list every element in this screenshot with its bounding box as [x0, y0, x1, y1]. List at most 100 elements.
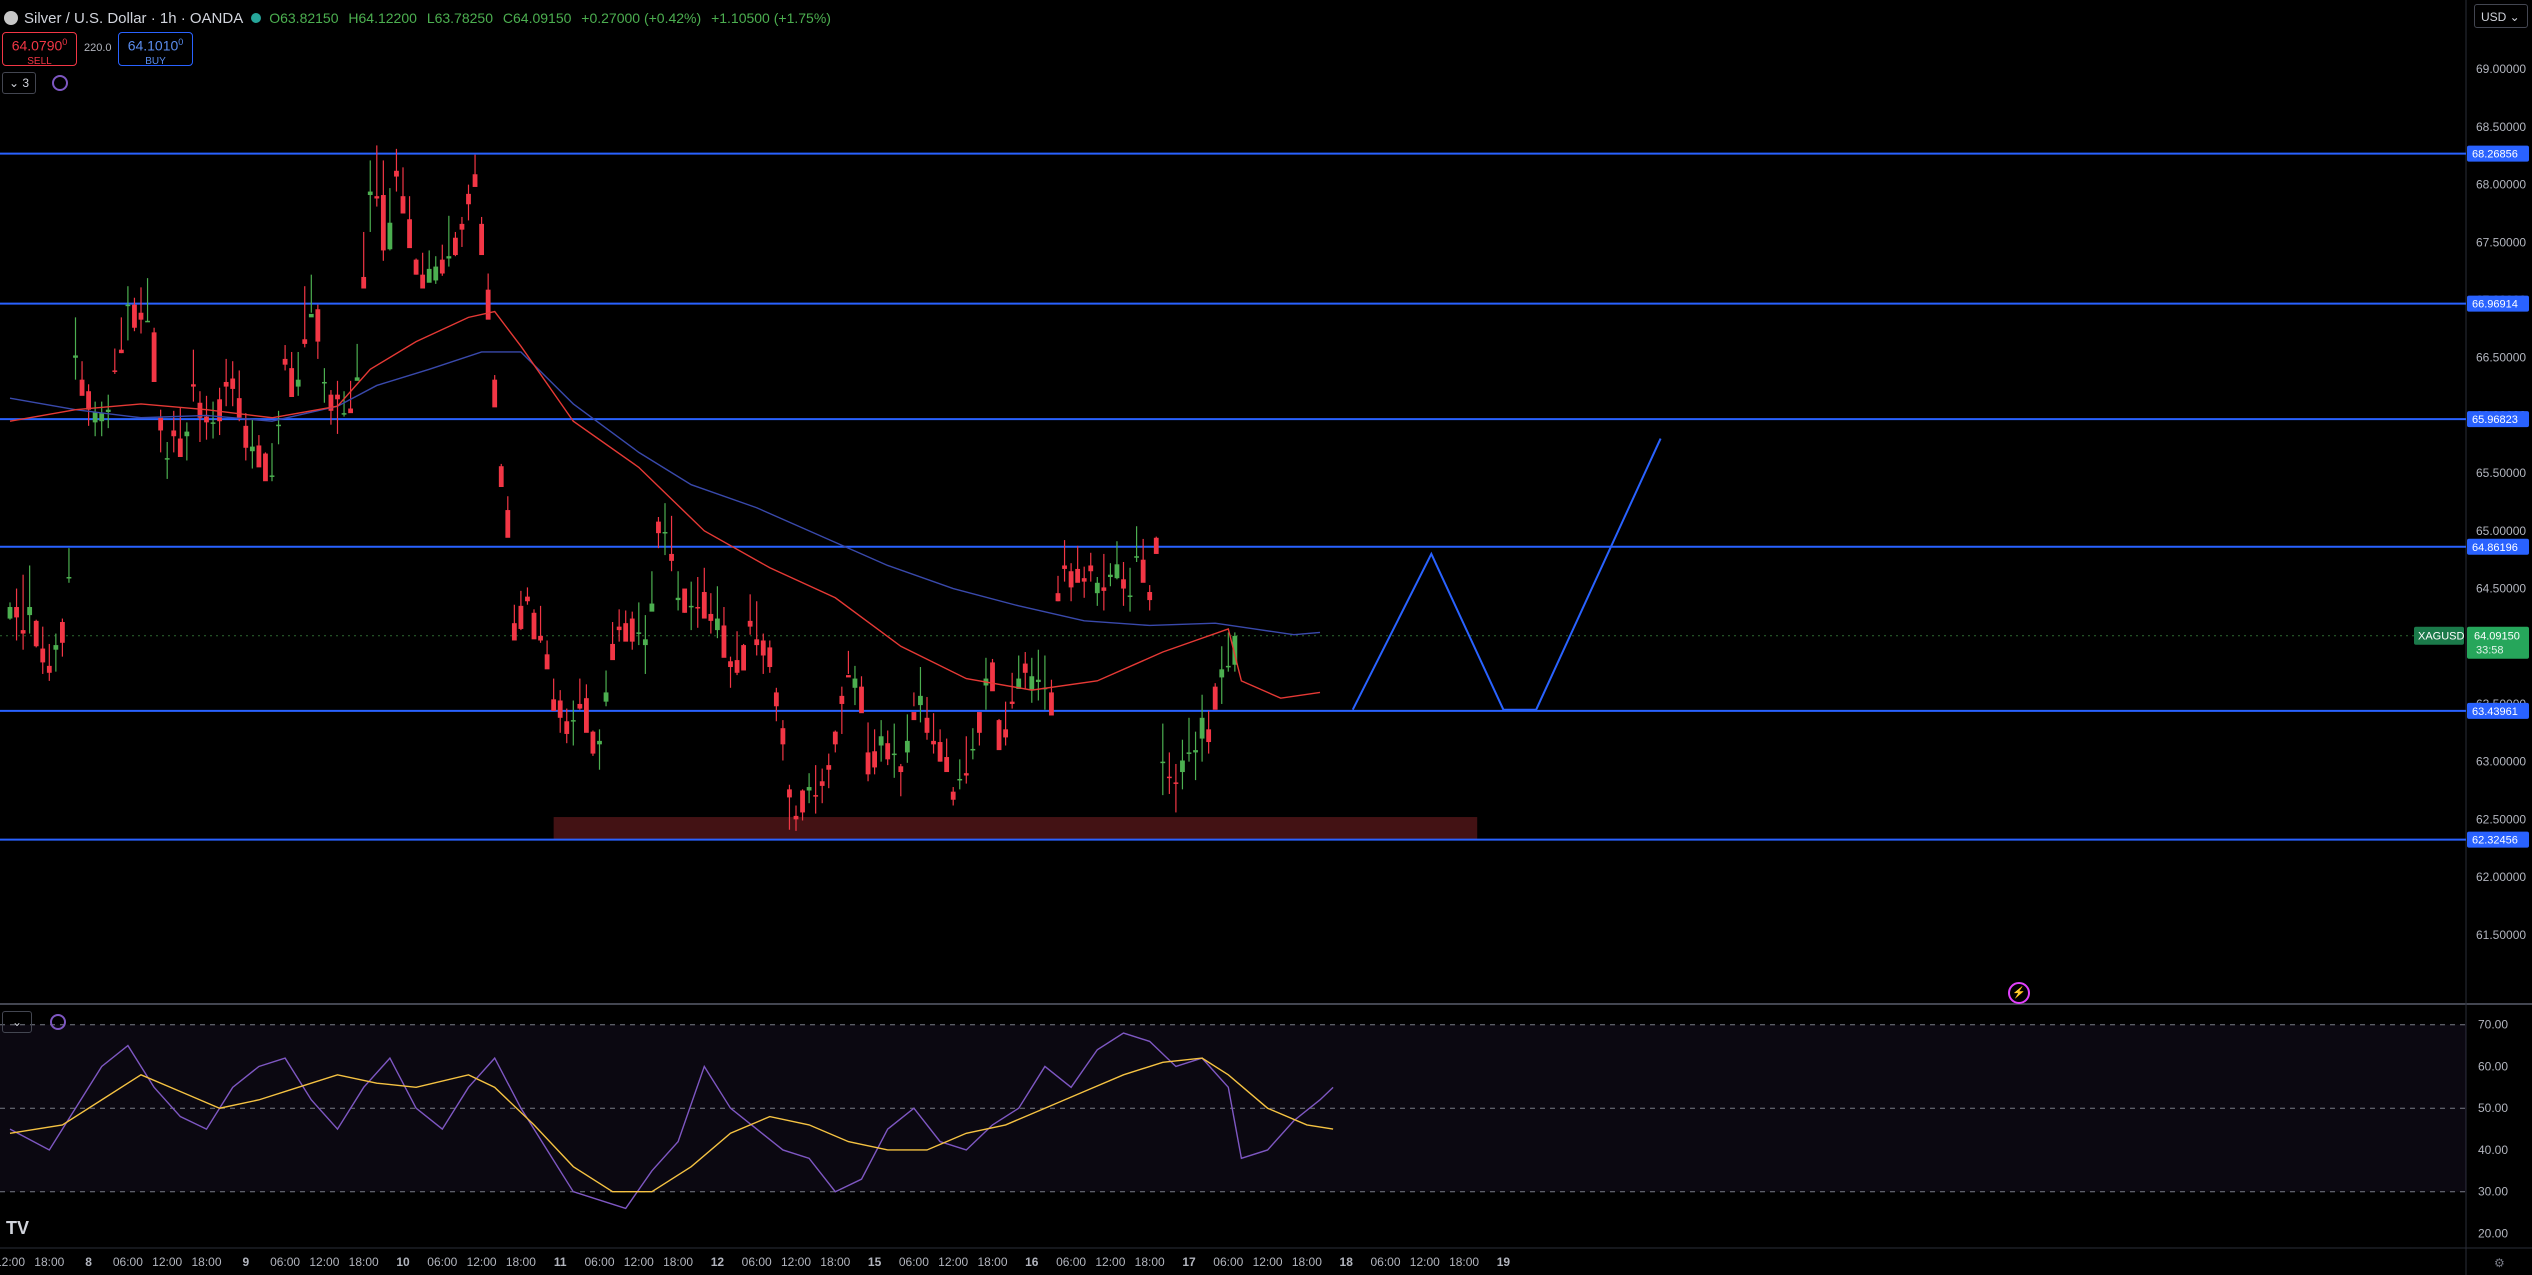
spread-value: 220.0	[84, 42, 112, 54]
sell-label: SELL	[27, 55, 52, 67]
indicator-settings-icon[interactable]	[52, 75, 68, 91]
candle-body-27	[184, 431, 190, 437]
rsi-settings-icon[interactable]	[50, 1014, 66, 1030]
time-tick-23: 06:00	[899, 1255, 929, 1269]
time-tick-30: 17	[1182, 1255, 1196, 1269]
alert-bolt-icon[interactable]: ⚡	[2008, 982, 2030, 1004]
buy-label: BUY	[145, 55, 166, 67]
candle-body-169	[1114, 564, 1120, 579]
candle-body-76	[505, 510, 511, 538]
candle-body-116	[767, 647, 773, 668]
price-tick-8: 65.50000	[2476, 466, 2526, 480]
price-chart[interactable]: 61.5000062.0000062.5000063.0000063.50000…	[0, 0, 2532, 1275]
candle-body-145	[957, 778, 963, 781]
time-tick-4: 12:00	[152, 1255, 182, 1269]
candle-body-74	[492, 379, 498, 408]
candle-body-50	[335, 394, 340, 400]
candle-body-183	[1206, 729, 1212, 743]
candle-body-119	[787, 789, 792, 798]
candle-body-105	[695, 607, 701, 609]
candle-body-95	[629, 618, 635, 642]
candle-body-91	[603, 692, 609, 702]
time-tick-16: 12:00	[624, 1255, 654, 1269]
open-value: O63.82150	[269, 10, 339, 26]
candle-body-112	[741, 645, 746, 671]
candle-body-179	[1180, 760, 1185, 773]
candle-body-174	[1147, 592, 1153, 601]
candle-body-45	[302, 339, 308, 344]
candle-body-168	[1108, 574, 1113, 578]
candle-body-151	[996, 720, 1002, 751]
candle-body-2	[20, 630, 26, 634]
candle-body-83	[551, 699, 557, 711]
candle-body-59	[394, 170, 399, 177]
candle-body-172	[1134, 556, 1139, 558]
time-tick-37: 18:00	[1449, 1255, 1479, 1269]
symbol-title[interactable]: Silver / U.S. Dollar · 1h · OANDA	[24, 10, 243, 27]
time-tick-28: 12:00	[1095, 1255, 1125, 1269]
candle-body-147	[970, 748, 976, 751]
candle-body-88	[584, 698, 589, 733]
candle-body-46	[308, 313, 314, 318]
sell-button[interactable]: 64.07900 SELL	[2, 32, 77, 67]
candle-body-11	[79, 379, 85, 396]
price-tick-15: 69.00000	[2476, 62, 2526, 76]
sell-price-sup: 0	[62, 37, 68, 47]
candle-body-41	[276, 424, 281, 427]
candle-body-20	[138, 312, 144, 320]
price-tick-10: 66.50000	[2476, 351, 2526, 365]
candle-body-3	[27, 607, 33, 616]
indicators-collapse-button[interactable]: ⌄ 3	[2, 72, 36, 94]
candle-body-26	[177, 438, 183, 457]
candle-body-21	[145, 320, 150, 323]
candle-body-133	[878, 736, 884, 746]
candle-body-101	[669, 553, 674, 561]
candle-body-12	[86, 391, 91, 410]
rsi-tick-5: 70.00	[2478, 1018, 2508, 1032]
candle-body-55	[367, 191, 373, 196]
candle-body-51	[341, 413, 347, 415]
candle-body-28	[191, 384, 196, 387]
candle-body-98	[649, 603, 655, 612]
candle-body-137	[904, 740, 910, 753]
candle-body-18	[125, 304, 131, 307]
sell-price: 64.0790	[11, 37, 63, 54]
close-value: C64.09150	[502, 10, 572, 26]
candle-body-153	[1009, 701, 1015, 704]
settings-gear-icon[interactable]: ⚙	[2494, 1256, 2505, 1270]
candle-body-122	[806, 787, 812, 791]
candle-body-77	[511, 623, 517, 641]
price-tick-0: 61.50000	[2476, 928, 2526, 942]
level-label-0: 68.26856	[2472, 149, 2518, 161]
candle-body-17	[118, 349, 124, 354]
candle-body-38	[256, 445, 262, 468]
candle-body-60	[400, 196, 406, 214]
candle-body-160	[1055, 593, 1061, 602]
candle-body-185	[1219, 669, 1225, 678]
candle-body-120	[793, 815, 799, 820]
candle-body-157	[1035, 679, 1041, 683]
candle-body-89	[590, 731, 596, 754]
candle-body-15	[105, 409, 111, 412]
time-tick-15: 06:00	[584, 1255, 614, 1269]
candle-body-167	[1101, 587, 1107, 591]
currency-select[interactable]: USD ⌄	[2474, 4, 2528, 28]
indicator-count: 3	[22, 76, 30, 90]
buy-button[interactable]: 64.10100 BUY	[118, 32, 193, 67]
candle-body-97	[642, 639, 648, 646]
candle-body-171	[1127, 595, 1133, 597]
candle-body-99	[656, 521, 661, 534]
level-label-2: 65.96823	[2472, 414, 2518, 426]
price-tick-3: 63.00000	[2476, 755, 2526, 769]
change-value: +0.27000 (+0.42%)	[581, 10, 702, 26]
time-tick-5: 18:00	[191, 1255, 221, 1269]
candle-body-70	[466, 193, 471, 205]
time-tick-6: 9	[242, 1255, 249, 1269]
rsi-collapse-button[interactable]: ⌄	[2, 1011, 32, 1033]
candle-body-22	[151, 332, 157, 382]
candle-body-148	[977, 712, 982, 733]
time-tick-33: 18:00	[1292, 1255, 1322, 1269]
candle-body-62	[413, 259, 419, 275]
candle-body-182	[1199, 717, 1205, 739]
level-label-5: 62.32456	[2472, 835, 2518, 847]
